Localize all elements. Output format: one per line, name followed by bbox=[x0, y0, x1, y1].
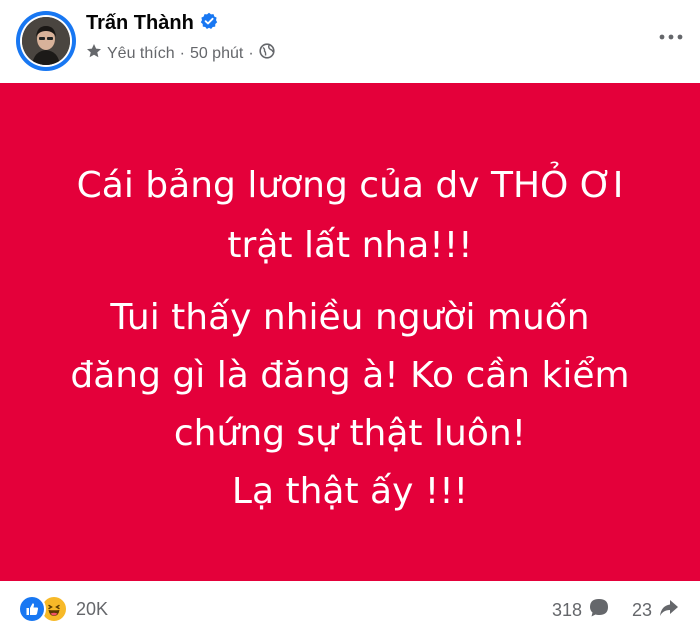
content-line: đăng gì là đăng à! Ko cần kiểm bbox=[70, 355, 630, 396]
separator-dot: · bbox=[179, 44, 185, 62]
content-paragraph-1: Cái bảng lương của dv THỎ ƠI trật lất nh… bbox=[0, 156, 700, 276]
content-paragraph-2: Tui thấy nhiều người muốn đăng gì là đăn… bbox=[0, 289, 700, 521]
comment-icon bbox=[588, 597, 610, 624]
content-line: Lạ thật ấy !!! bbox=[231, 471, 469, 512]
share-count: 23 bbox=[632, 600, 653, 620]
star-icon bbox=[86, 43, 102, 64]
author-avatar[interactable] bbox=[16, 11, 76, 71]
content-line: Tui thấy nhiều người muốn bbox=[110, 297, 590, 338]
post-content-background[interactable]: Cái bảng lương của dv THỎ ƠI trật lất nh… bbox=[0, 83, 700, 581]
favorite-label[interactable]: Yêu thích bbox=[107, 45, 175, 63]
facebook-post: Trấn Thành Yêu thích · 50 phút · Cái bản… bbox=[0, 0, 700, 638]
like-reaction-icon bbox=[18, 595, 46, 623]
share-icon bbox=[658, 597, 680, 624]
globe-icon[interactable] bbox=[259, 43, 275, 64]
reactions-summary[interactable]: 20K bbox=[18, 595, 108, 623]
content-line: Cái bảng lương của dv THỎ ƠI bbox=[76, 165, 624, 206]
content-line: chứng sự thật luôn! bbox=[173, 413, 527, 454]
verified-badge-icon bbox=[200, 12, 218, 35]
post-time[interactable]: 50 phút bbox=[190, 45, 243, 63]
comments-summary[interactable]: 318 bbox=[552, 597, 610, 624]
post-meta: Yêu thích · 50 phút · bbox=[86, 43, 275, 64]
shares-summary[interactable]: 23 bbox=[632, 597, 680, 624]
more-options-icon[interactable] bbox=[658, 24, 684, 50]
avatar-photo bbox=[22, 17, 70, 65]
content-line: trật lất nha!!! bbox=[227, 225, 473, 266]
author-name[interactable]: Trấn Thành bbox=[86, 12, 194, 35]
comment-count: 318 bbox=[552, 600, 583, 620]
reaction-count: 20K bbox=[76, 598, 109, 619]
post-footer: 20K 318 23 bbox=[0, 581, 700, 638]
separator-dot: · bbox=[248, 44, 254, 62]
